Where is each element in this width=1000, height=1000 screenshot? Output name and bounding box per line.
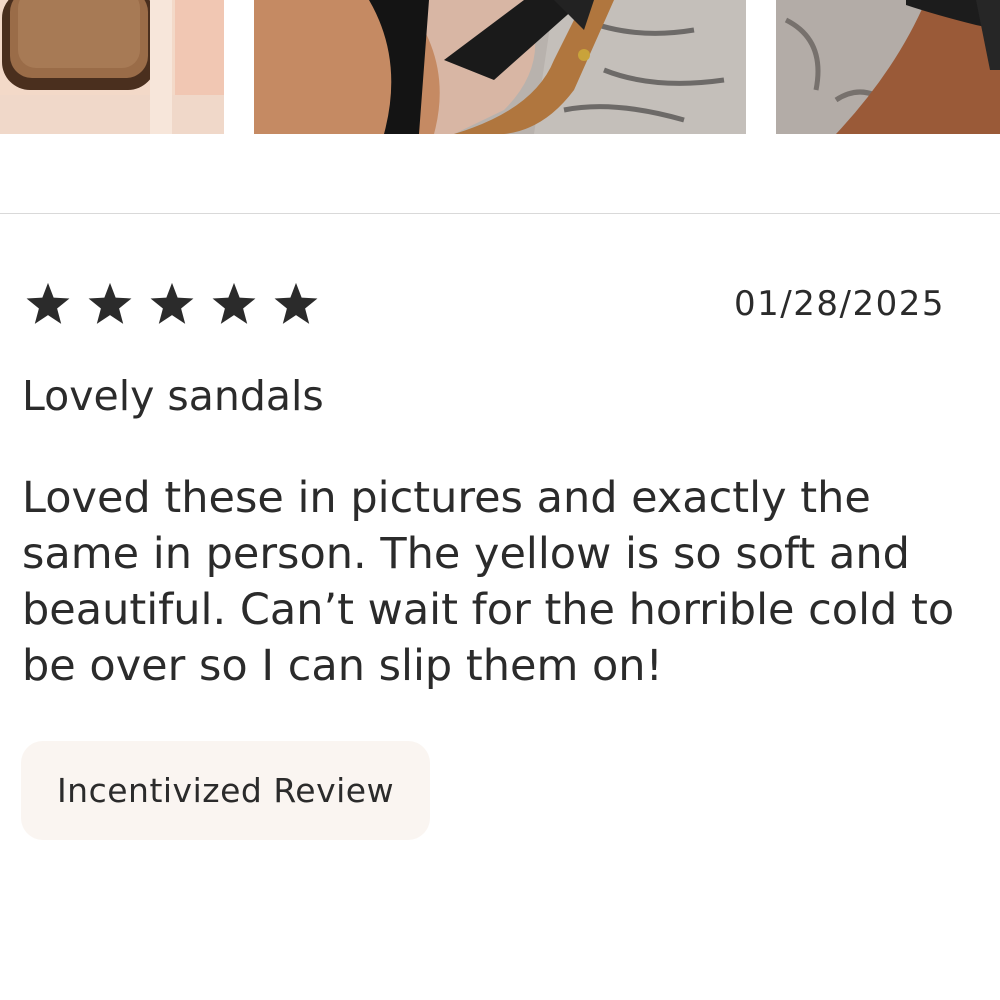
review-photo[interactable] [254, 0, 746, 134]
review-photo[interactable] [776, 0, 1000, 134]
review-page: 01/28/2025 Lovely sandals Loved these in… [0, 0, 1000, 1000]
star-filled-icon [270, 279, 322, 331]
star-filled-icon [84, 279, 136, 331]
star-filled-icon [22, 279, 74, 331]
star-rating [22, 279, 322, 331]
incentivized-review-label: Incentivized Review [56, 771, 395, 810]
review-photo-strip [0, 0, 1000, 134]
section-divider [0, 213, 1000, 214]
review-body: Loved these in pictures and exactly the … [22, 473, 955, 691]
review-title: Lovely sandals [22, 372, 324, 420]
star-filled-icon [146, 279, 198, 331]
review-photo[interactable] [0, 0, 224, 134]
review-date: 01/28/2025 [734, 284, 945, 324]
incentivized-review-badge: Incentivized Review [21, 741, 430, 840]
star-filled-icon [208, 279, 260, 331]
